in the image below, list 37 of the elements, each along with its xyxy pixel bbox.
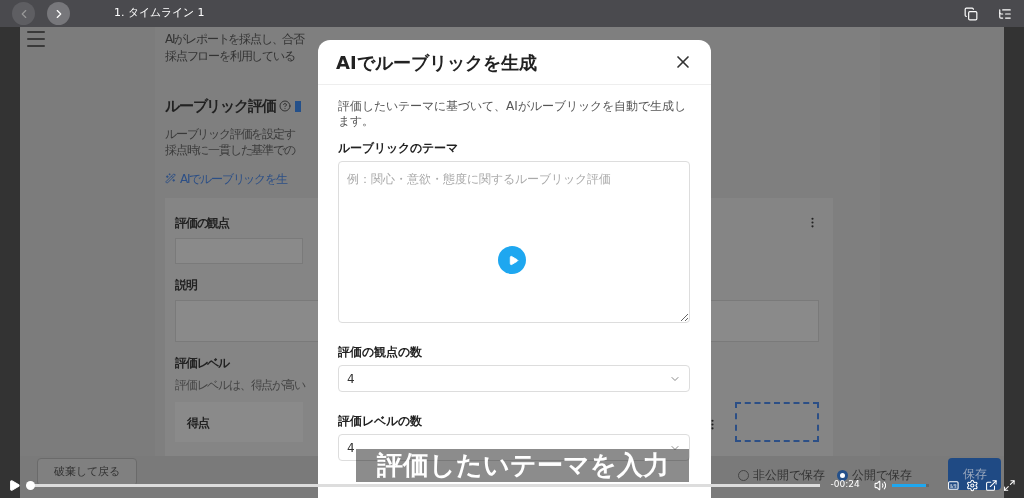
visibility-radio[interactable]: 非公開で保存 xyxy=(738,466,825,484)
caption-toast: 評価したいテーマを入力 xyxy=(356,449,689,482)
modal-title: AIでルーブリックを生成 xyxy=(336,50,537,75)
discard-button[interactable]: 破棄して戻る xyxy=(37,458,137,486)
intro-text: 採点フローを利用している xyxy=(165,48,295,65)
field-label: 説明 xyxy=(175,276,197,294)
select-label: 評価レベルの数 xyxy=(338,413,422,430)
count-select[interactable]: 4 xyxy=(338,365,690,392)
list-icon[interactable] xyxy=(998,6,1012,21)
save-button[interactable]: 保存 xyxy=(948,458,1001,490)
progress-thumb[interactable] xyxy=(25,480,35,490)
time-remaining: -00:24 xyxy=(830,479,860,492)
section-title: ルーブリック評価 xyxy=(165,96,276,117)
modal-description: 評価したいテーマに基づいて、AIがルーブリックを自動で生成します。 xyxy=(338,99,687,129)
field-label: 評価の観点 xyxy=(175,214,229,232)
back-button[interactable] xyxy=(12,2,35,25)
ai-generate-link[interactable]: AIでルーブリックを生 xyxy=(165,169,287,188)
section-description: ルーブリック評価を設定す xyxy=(165,125,295,142)
captions-icon[interactable] xyxy=(947,478,960,492)
theme-label: ルーブリックのテーマ xyxy=(338,140,458,157)
score-header: 得点 xyxy=(175,401,303,442)
levels-hint: 評価レベルは、得点が高い xyxy=(175,376,305,394)
badge-marker xyxy=(295,100,302,112)
forward-button[interactable] xyxy=(47,2,70,25)
video-title: 1. タイムライン 1 xyxy=(114,5,205,22)
settings-icon[interactable] xyxy=(966,478,979,492)
popout-icon[interactable] xyxy=(984,478,998,492)
select-label: 評価の観点の数 xyxy=(338,344,422,361)
copy-icon[interactable] xyxy=(964,6,978,21)
play-icon xyxy=(507,254,519,266)
levels-title: 評価レベル xyxy=(175,354,229,372)
theme-textarea[interactable]: 例：関心・意欲・態度に関するルーブリック評価 xyxy=(338,161,690,323)
fullscreen-icon[interactable] xyxy=(1003,478,1016,492)
intro-text: AIがレポートを採点し、合否 xyxy=(165,31,304,48)
play-icon[interactable] xyxy=(8,478,21,492)
help-icon[interactable] xyxy=(279,100,292,113)
magic-wand-icon xyxy=(165,173,176,184)
